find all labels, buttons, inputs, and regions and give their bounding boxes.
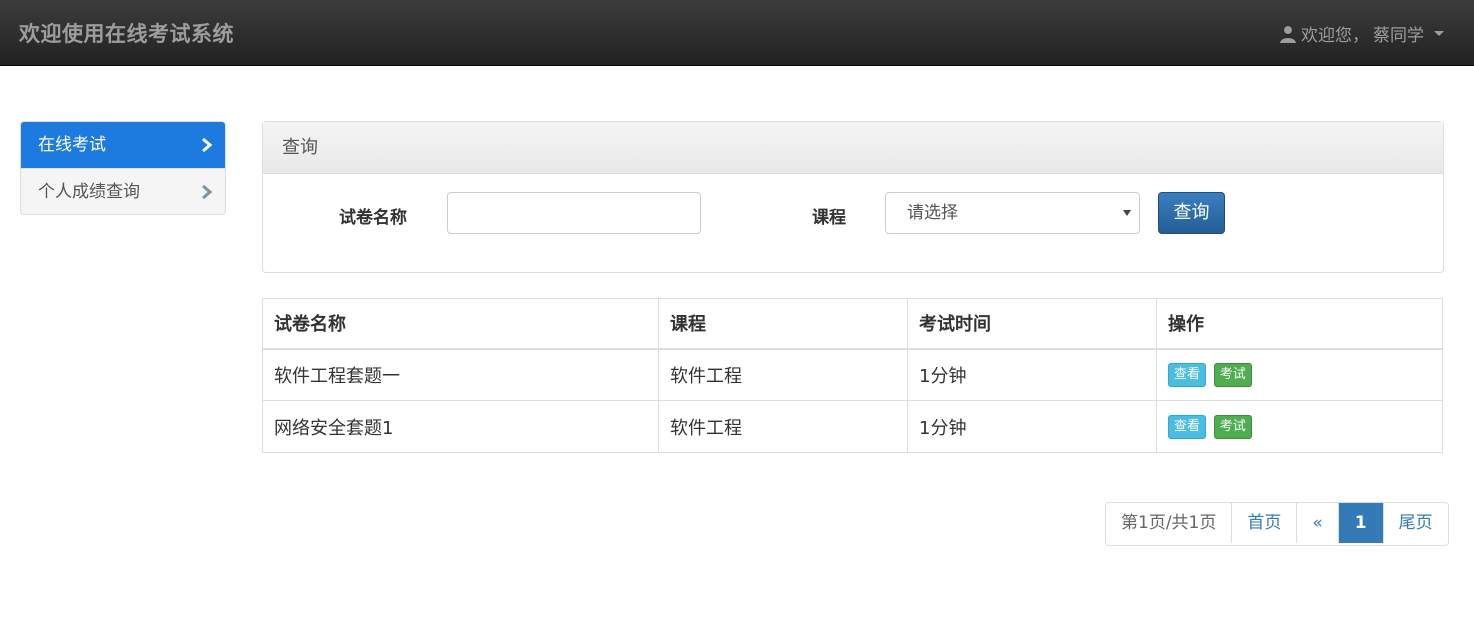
paper-name-label: 试卷名称 xyxy=(339,208,407,228)
column-header-duration: 考试时间 xyxy=(907,298,1157,350)
course-select-value: 请选择 xyxy=(907,203,958,223)
last-page-link[interactable]: 尾页 xyxy=(1382,503,1448,543)
prev-page-link[interactable]: « xyxy=(1296,503,1338,543)
sidebar-item-online-exam[interactable]: 在线考试 xyxy=(21,122,225,168)
view-button[interactable]: 查看 xyxy=(1168,362,1207,387)
sidebar-item-score-query[interactable]: 个人成绩查询 xyxy=(21,168,225,214)
column-header-actions: 操作 xyxy=(1156,298,1443,350)
user-greeting: 欢迎您， xyxy=(1301,26,1369,46)
course-cell: 软件工程 xyxy=(658,400,908,453)
current-page[interactable]: 1 xyxy=(1337,503,1383,543)
user-menu-dropdown[interactable]: 欢迎您， 蔡同学 xyxy=(1279,21,1444,46)
app-title[interactable]: 欢迎使用在线考试系统 xyxy=(19,18,234,48)
actions-cell: 查看 考试 xyxy=(1156,400,1443,453)
course-label: 课程 xyxy=(812,208,846,228)
user-icon xyxy=(1280,25,1296,43)
column-header-paper: 试卷名称 xyxy=(262,298,659,350)
duration-cell: 1分钟 xyxy=(907,400,1157,453)
actions-cell: 查看 考试 xyxy=(1156,348,1443,401)
table-row: 网络安全套题1 软件工程 1分钟 查看 考试 xyxy=(262,400,1443,453)
sidebar-nav: 在线考试 个人成绩查询 xyxy=(20,121,226,215)
paper-name-cell: 网络安全套题1 xyxy=(262,400,659,453)
sidebar-item-label: 个人成绩查询 xyxy=(38,182,140,202)
table-header-row: 试卷名称 课程 考试时间 操作 xyxy=(262,298,1443,350)
query-button[interactable]: 查询 xyxy=(1158,192,1225,234)
caret-down-icon xyxy=(1434,31,1444,36)
page-info: 第1页/共1页 xyxy=(1106,503,1232,543)
paper-name-input[interactable] xyxy=(447,192,701,234)
start-exam-button[interactable]: 考试 xyxy=(1213,414,1252,439)
query-panel-title: 查询 xyxy=(263,122,1443,174)
chevron-right-icon xyxy=(202,184,213,200)
pagination: 第1页/共1页 首页 « 1 尾页 xyxy=(1105,502,1449,546)
top-navbar: 欢迎使用在线考试系统 欢迎您， 蔡同学 xyxy=(0,0,1474,66)
table-row: 软件工程套题一 软件工程 1分钟 查看 考试 xyxy=(262,348,1443,401)
view-button[interactable]: 查看 xyxy=(1168,414,1207,439)
exam-table: 试卷名称 课程 考试时间 操作 软件工程套题一 软件工程 1分钟 查看 考试 网… xyxy=(262,298,1443,453)
course-select[interactable]: 请选择 xyxy=(885,192,1140,234)
column-header-course: 课程 xyxy=(658,298,908,350)
paper-name-cell: 软件工程套题一 xyxy=(262,348,659,401)
start-exam-button[interactable]: 考试 xyxy=(1213,362,1252,387)
chevron-right-icon xyxy=(202,137,213,153)
select-arrow-icon xyxy=(1123,210,1131,216)
user-name: 蔡同学 xyxy=(1373,26,1424,46)
course-cell: 软件工程 xyxy=(658,348,908,401)
duration-cell: 1分钟 xyxy=(907,348,1157,401)
sidebar-item-label: 在线考试 xyxy=(38,135,106,155)
first-page-link[interactable]: 首页 xyxy=(1231,503,1297,543)
query-panel: 查询 试卷名称 课程 请选择 查询 xyxy=(262,121,1444,273)
